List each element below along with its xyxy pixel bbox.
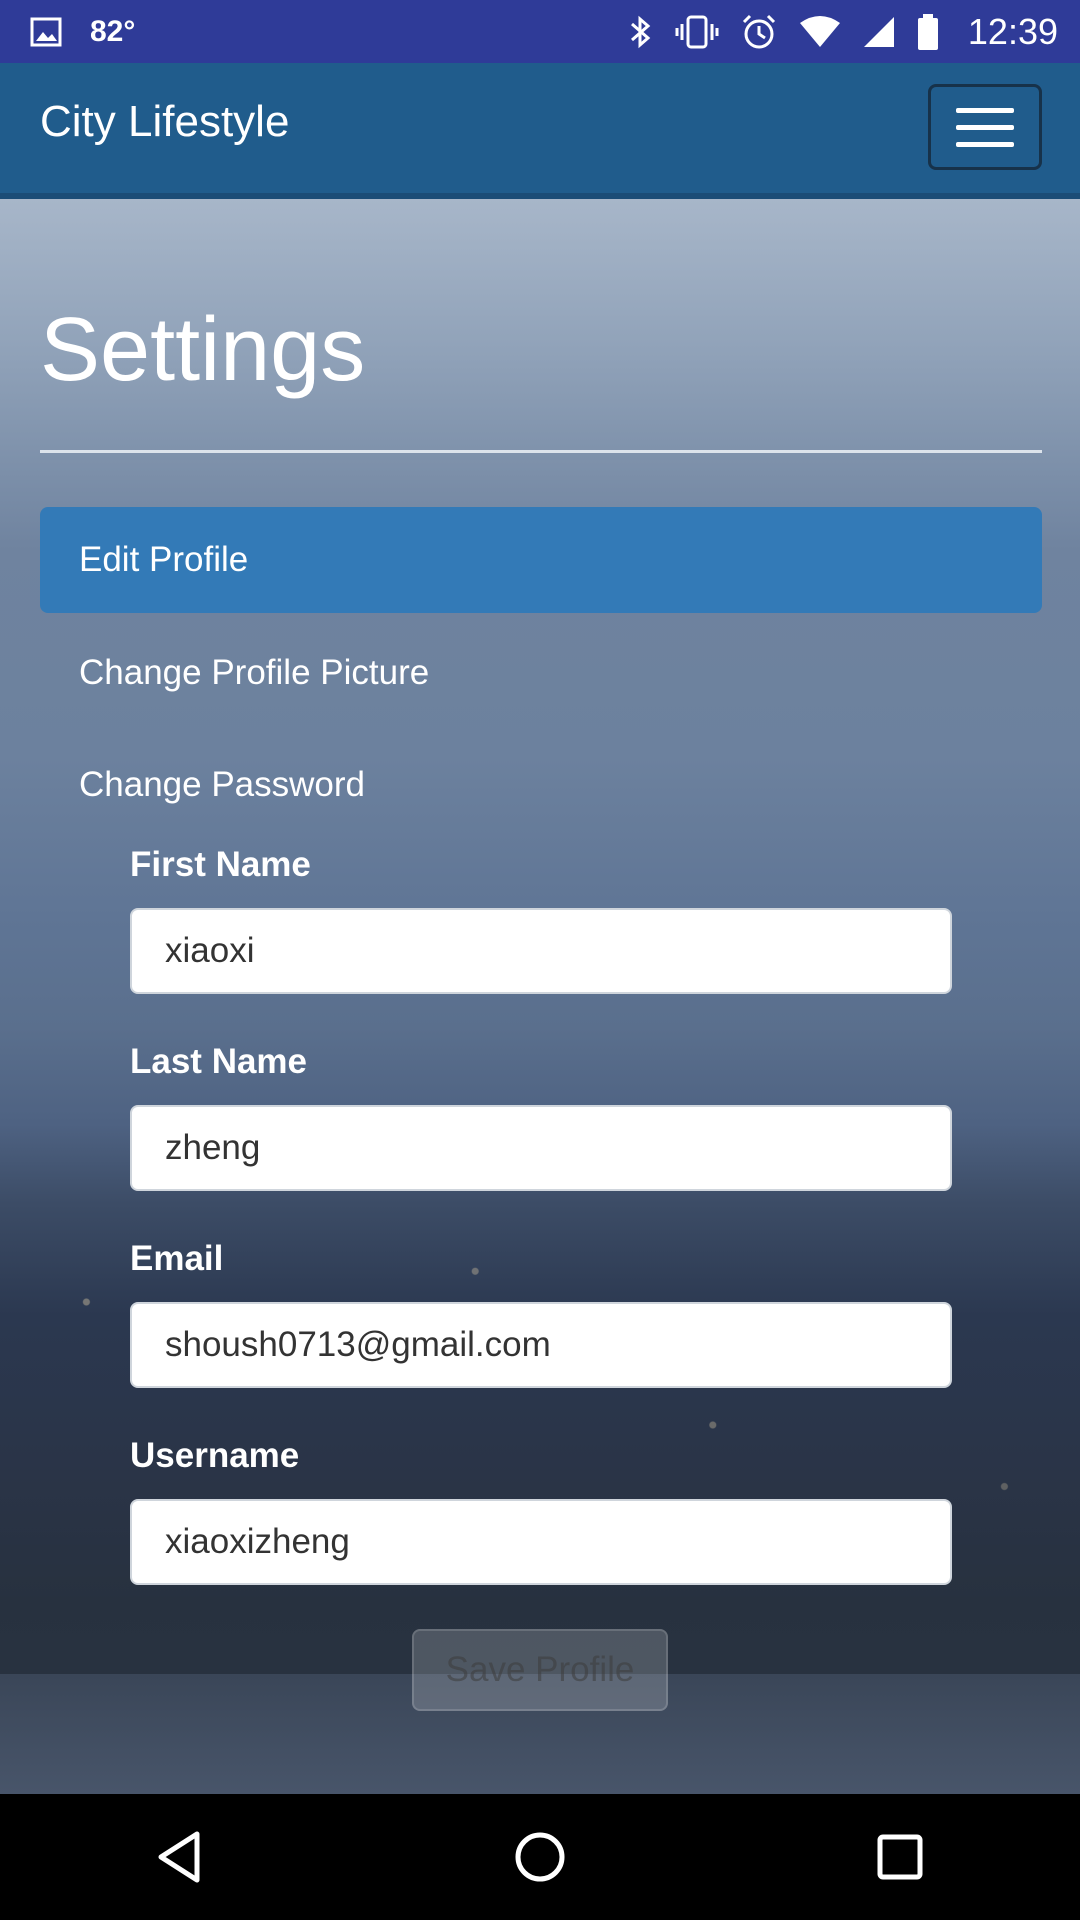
email-label: Email <box>130 1239 224 1278</box>
home-button[interactable] <box>480 1807 600 1907</box>
first-name-label: First Name <box>130 845 311 884</box>
vibrate-icon <box>674 14 720 50</box>
last-name-input[interactable] <box>130 1105 952 1191</box>
status-left: 82° <box>30 15 135 49</box>
status-bar: 82° 12:39 <box>0 0 1080 63</box>
clock: 12:39 <box>967 10 1058 52</box>
recents-icon <box>877 1834 923 1880</box>
wifi-icon <box>798 15 842 49</box>
nav-change-password[interactable]: Change Password <box>40 732 1042 838</box>
hamburger-bar <box>956 124 1014 130</box>
back-button[interactable] <box>120 1807 240 1907</box>
page-title: Settings <box>40 300 366 400</box>
title-divider <box>40 450 1042 453</box>
app-title[interactable]: City Lifestyle <box>40 97 289 147</box>
nav-edit-profile[interactable]: Edit Profile <box>40 507 1042 613</box>
recents-button[interactable] <box>840 1807 960 1907</box>
battery-icon <box>916 13 940 51</box>
system-nav-bar <box>0 1794 1080 1920</box>
signal-icon <box>862 15 896 49</box>
last-name-label: Last Name <box>130 1042 308 1081</box>
settings-content: Settings Edit Profile Change Profile Pic… <box>0 199 1080 1794</box>
bluetooth-icon <box>628 14 654 50</box>
hamburger-bar <box>956 141 1014 147</box>
username-input[interactable] <box>130 1499 952 1585</box>
status-right: 12:39 <box>608 11 1058 53</box>
username-label: Username <box>130 1436 300 1475</box>
temperature: 82° <box>90 14 136 48</box>
first-name-input[interactable] <box>130 908 952 994</box>
back-icon <box>158 1831 200 1883</box>
image-icon <box>30 17 62 47</box>
hamburger-menu-icon <box>956 107 1014 113</box>
app-bar: City Lifestyle <box>0 63 1080 193</box>
email-input[interactable] <box>130 1302 952 1388</box>
home-icon <box>515 1832 565 1882</box>
alarm-icon <box>740 13 778 51</box>
save-profile-button[interactable]: Save Profile <box>412 1629 668 1711</box>
hamburger-menu-button[interactable] <box>928 84 1042 170</box>
nav-change-profile-picture[interactable]: Change Profile Picture <box>40 620 1042 726</box>
